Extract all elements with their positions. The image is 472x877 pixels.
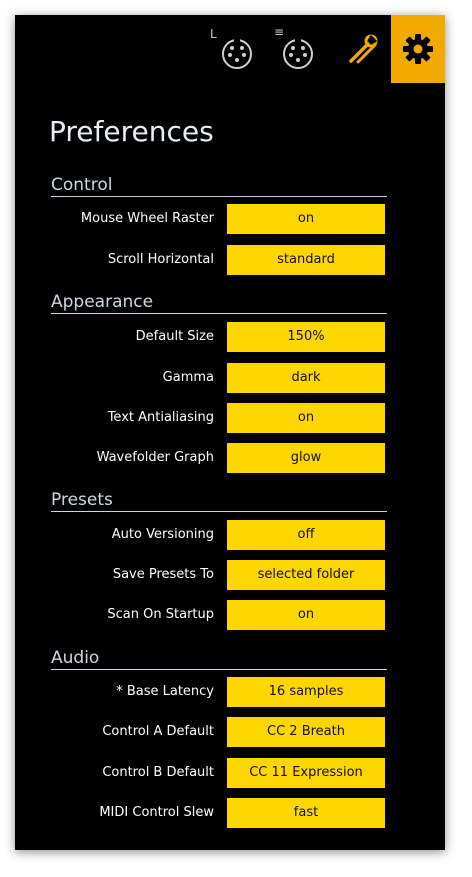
default-size-select[interactable]: 150% bbox=[227, 322, 385, 352]
section-header-presets: Presets bbox=[51, 490, 387, 512]
label-control-b-default: Control B Default bbox=[102, 765, 214, 780]
label-save-presets-to: Save Presets To bbox=[112, 567, 214, 582]
section-header-audio: Audio bbox=[51, 648, 387, 670]
auto-versioning-select[interactable]: off bbox=[227, 520, 385, 550]
midi-l-icon[interactable]: L bbox=[208, 15, 260, 83]
label-control-a-default: Control A Default bbox=[102, 724, 214, 739]
label-auto-versioning: Auto Versioning bbox=[111, 527, 214, 542]
mouse-wheel-raster-select[interactable]: on bbox=[227, 204, 385, 234]
base-latency-select[interactable]: 16 samples bbox=[227, 677, 385, 707]
midi-e-icon[interactable]: ≡ bbox=[268, 15, 320, 83]
label-gamma: Gamma bbox=[162, 370, 214, 385]
scroll-horizontal-select[interactable]: standard bbox=[227, 245, 385, 275]
gear-icon[interactable] bbox=[391, 15, 445, 83]
label-scan-on-startup: Scan On Startup bbox=[107, 607, 214, 622]
control-b-default-select[interactable]: CC 11 Expression bbox=[227, 758, 385, 788]
label-text-antialiasing: Text Antialiasing bbox=[107, 410, 214, 425]
section-header-control: Control bbox=[51, 175, 387, 197]
midi-e-tag: ≡ bbox=[274, 25, 285, 39]
scan-on-startup-select[interactable]: on bbox=[227, 600, 385, 630]
label-scroll-horizontal: Scroll Horizontal bbox=[107, 252, 214, 267]
midi-control-slew-select[interactable]: fast bbox=[227, 798, 385, 828]
save-presets-to-select[interactable]: selected folder bbox=[227, 560, 385, 590]
label-wavefolder-graph: Wavefolder Graph bbox=[96, 450, 214, 465]
wavefolder-graph-select[interactable]: glow bbox=[227, 443, 385, 473]
section-header-appearance: Appearance bbox=[51, 292, 387, 314]
midi-l-tag: L bbox=[210, 27, 217, 41]
label-default-size: Default Size bbox=[135, 329, 214, 344]
control-a-default-select[interactable]: CC 2 Breath bbox=[227, 717, 385, 747]
label-midi-control-slew: MIDI Control Slew bbox=[99, 805, 214, 820]
label-base-latency: * Base Latency bbox=[116, 684, 214, 699]
preferences-panel: L ≡ Preferences Control Mouse Wheel Rast… bbox=[15, 15, 445, 850]
text-antialiasing-select[interactable]: on bbox=[227, 403, 385, 433]
tools-icon[interactable] bbox=[337, 15, 389, 83]
gamma-select[interactable]: dark bbox=[227, 363, 385, 393]
label-mouse-wheel-raster: Mouse Wheel Raster bbox=[80, 211, 214, 226]
page-title: Preferences bbox=[49, 115, 214, 148]
